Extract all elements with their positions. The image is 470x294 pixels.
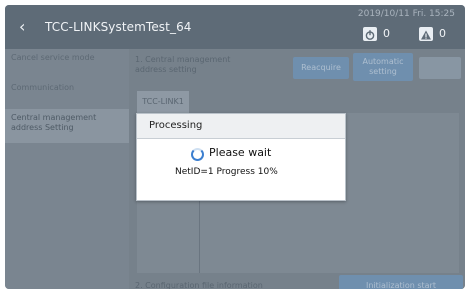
disabled-button: [419, 57, 461, 79]
sidebar-item-central-management-address[interactable]: Central management address Setting: [5, 109, 129, 143]
back-chevron-icon[interactable]: ‹: [19, 19, 25, 35]
dialog-title: Processing: [137, 114, 345, 139]
dialog-message: Please wait: [209, 146, 272, 159]
automatic-setting-button[interactable]: Automatic setting: [353, 53, 413, 81]
processing-dialog: Processing Please wait NetID=1 Progress …: [136, 113, 346, 201]
initialization-start-button[interactable]: Initialization start: [339, 275, 463, 289]
loading-spinner-icon: [191, 148, 204, 161]
section-central-management-label: 1. Central management address setting: [135, 55, 231, 74]
datetime-display: 2019/10/11 Fri. 15:25: [357, 9, 455, 19]
power-status-button[interactable]: 0: [363, 23, 401, 41]
sidebar: Cancel service mode Communication Centra…: [5, 49, 129, 289]
header-bar: ‹ TCC-LINKSystemTest_64 2019/10/11 Fri. …: [5, 5, 465, 49]
progress-text: NetID=1 Progress 10%: [175, 167, 278, 177]
section-configuration-file-label: 2. Configuration file information: [135, 281, 263, 289]
power-icon: [363, 26, 377, 41]
reacquire-button[interactable]: Reacquire: [293, 57, 349, 79]
power-count: 0: [383, 27, 390, 40]
warning-icon: [419, 26, 433, 41]
warning-count: 0: [439, 27, 446, 40]
tab-tcc-link1[interactable]: TCC-LINK1: [137, 91, 189, 113]
page-title: TCC-LINKSystemTest_64: [45, 20, 192, 34]
sidebar-item-cancel-service-mode[interactable]: Cancel service mode: [5, 49, 129, 79]
sidebar-item-communication[interactable]: Communication: [5, 79, 129, 109]
warning-status-button[interactable]: 0: [419, 23, 457, 41]
